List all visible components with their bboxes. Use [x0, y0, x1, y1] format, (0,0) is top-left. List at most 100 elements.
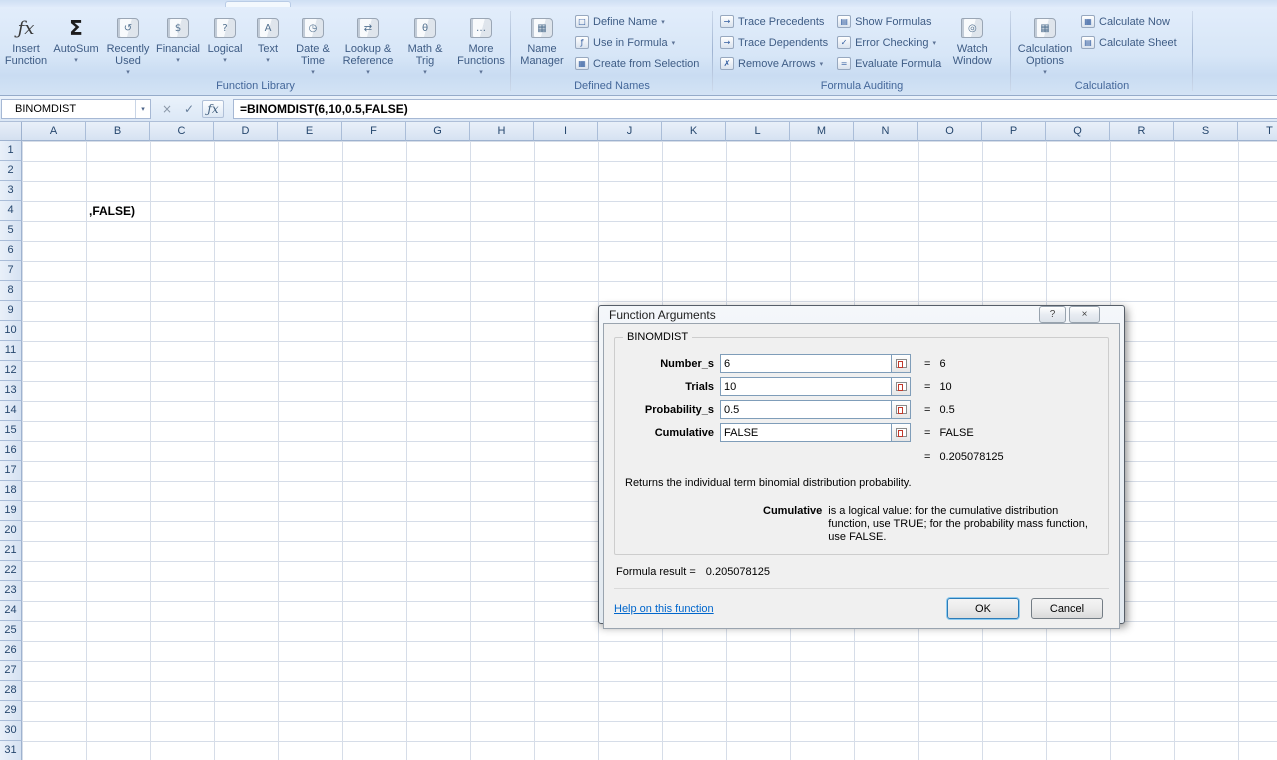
row-header-2[interactable]: 2 — [0, 161, 22, 181]
text-button[interactable]: A Text ▾ — [248, 9, 288, 79]
row-header-4[interactable]: 4 — [0, 201, 22, 221]
row-header-10[interactable]: 10 — [0, 321, 22, 341]
row-header-12[interactable]: 12 — [0, 361, 22, 381]
more-functions-button[interactable]: … More Functions ▾ — [452, 9, 510, 79]
collapse-dialog-button[interactable] — [892, 423, 911, 442]
calculate-now-button[interactable]: ▦ Calculate Now — [1077, 11, 1181, 32]
define-name-button[interactable]: □ Define Name ▾ — [571, 11, 703, 32]
row-header-19[interactable]: 19 — [0, 501, 22, 521]
column-header-L[interactable]: L — [726, 122, 790, 141]
column-header-E[interactable]: E — [278, 122, 342, 141]
error-checking-button[interactable]: ✓ Error Checking ▾ — [833, 32, 945, 53]
calculation-options-button[interactable]: ▦ Calculation Options ▾ — [1014, 9, 1076, 79]
trace-dependents-button[interactable]: → Trace Dependents — [716, 32, 832, 53]
row-header-20[interactable]: 20 — [0, 521, 22, 541]
row-header-5[interactable]: 5 — [0, 221, 22, 241]
row-header-11[interactable]: 11 — [0, 341, 22, 361]
row-header-18[interactable]: 18 — [0, 481, 22, 501]
formula-bar-buttons: × ✓ ƒx — [158, 100, 224, 118]
column-header-P[interactable]: P — [982, 122, 1046, 141]
column-header-O[interactable]: O — [918, 122, 982, 141]
column-header-A[interactable]: A — [22, 122, 86, 141]
row-header-1[interactable]: 1 — [0, 141, 22, 161]
insert-function-button[interactable]: ƒx Insert Function — [3, 9, 49, 79]
column-header-G[interactable]: G — [406, 122, 470, 141]
column-header-M[interactable]: M — [790, 122, 854, 141]
dialog-close-button[interactable]: × — [1069, 306, 1100, 323]
column-header-C[interactable]: C — [150, 122, 214, 141]
name-manager-button[interactable]: ▦ Name Manager — [514, 9, 570, 79]
row-header-7[interactable]: 7 — [0, 261, 22, 281]
enter-formula-button[interactable]: ✓ — [180, 100, 198, 118]
column-header-R[interactable]: R — [1110, 122, 1174, 141]
argument-input[interactable] — [720, 423, 892, 442]
row-header-30[interactable]: 30 — [0, 721, 22, 741]
insert-function-fx-button[interactable]: ƒx — [202, 100, 224, 118]
name-box[interactable]: BINOMDIST ▾ — [1, 99, 151, 119]
formula-text: =BINOMDIST(6,10,0.5,FALSE) — [240, 102, 408, 116]
financial-button[interactable]: $ Financial ▾ — [154, 9, 202, 79]
ok-button[interactable]: OK — [947, 598, 1019, 619]
select-all-corner[interactable] — [0, 122, 22, 141]
column-header-Q[interactable]: Q — [1046, 122, 1110, 141]
evaluate-formula-button[interactable]: = Evaluate Formula — [833, 53, 945, 74]
calculate-sheet-button[interactable]: ▤ Calculate Sheet — [1077, 32, 1181, 53]
date-time-button[interactable]: ◷ Date & Time ▾ — [289, 9, 337, 79]
cell-B4[interactable]: ,FALSE) — [89, 204, 135, 218]
row-header-14[interactable]: 14 — [0, 401, 22, 421]
recently-used-button[interactable]: ↺ Recently Used ▾ — [103, 9, 153, 79]
use-in-formula-button[interactable]: ƒ Use in Formula ▾ — [571, 32, 703, 53]
column-header-K[interactable]: K — [662, 122, 726, 141]
row-header-15[interactable]: 15 — [0, 421, 22, 441]
dialog-titlebar[interactable]: Function Arguments ? × — [603, 306, 1120, 323]
argument-input[interactable] — [720, 400, 892, 419]
row-header-8[interactable]: 8 — [0, 281, 22, 301]
dialog-help-button[interactable]: ? — [1039, 306, 1066, 323]
column-header-F[interactable]: F — [342, 122, 406, 141]
collapse-dialog-button[interactable] — [892, 354, 911, 373]
row-header-23[interactable]: 23 — [0, 581, 22, 601]
row-header-29[interactable]: 29 — [0, 701, 22, 721]
trace-precedents-button[interactable]: → Trace Precedents — [716, 11, 832, 32]
watch-window-button[interactable]: ◎ Watch Window — [946, 9, 998, 79]
column-header-I[interactable]: I — [534, 122, 598, 141]
row-header-17[interactable]: 17 — [0, 461, 22, 481]
row-header-27[interactable]: 27 — [0, 661, 22, 681]
row-header-31[interactable]: 31 — [0, 741, 22, 760]
create-from-selection-button[interactable]: ▦ Create from Selection — [571, 53, 703, 74]
logical-button[interactable]: ? Logical ▾ — [203, 9, 247, 79]
more-functions-icon: … — [470, 18, 492, 38]
cancel-formula-button[interactable]: × — [158, 100, 176, 118]
column-header-N[interactable]: N — [854, 122, 918, 141]
row-header-16[interactable]: 16 — [0, 441, 22, 461]
collapse-dialog-button[interactable] — [892, 377, 911, 396]
row-header-21[interactable]: 21 — [0, 541, 22, 561]
autosum-button[interactable]: Σ AutoSum ▾ — [50, 9, 102, 79]
row-header-24[interactable]: 24 — [0, 601, 22, 621]
column-header-B[interactable]: B — [86, 122, 150, 141]
column-header-D[interactable]: D — [214, 122, 278, 141]
argument-input[interactable] — [720, 377, 892, 396]
help-on-function-link[interactable]: Help on this function — [614, 603, 935, 615]
row-header-26[interactable]: 26 — [0, 641, 22, 661]
column-header-H[interactable]: H — [470, 122, 534, 141]
row-header-25[interactable]: 25 — [0, 621, 22, 641]
column-header-S[interactable]: S — [1174, 122, 1238, 141]
lookup-reference-button[interactable]: ⇄ Lookup & Reference ▾ — [338, 9, 398, 79]
remove-arrows-button[interactable]: ✗ Remove Arrows ▾ — [716, 53, 832, 74]
column-header-T[interactable]: T — [1238, 122, 1277, 141]
argument-input[interactable] — [720, 354, 892, 373]
collapse-dialog-button[interactable] — [892, 400, 911, 419]
row-header-22[interactable]: 22 — [0, 561, 22, 581]
column-header-J[interactable]: J — [598, 122, 662, 141]
row-header-13[interactable]: 13 — [0, 381, 22, 401]
formula-input[interactable]: =BINOMDIST(6,10,0.5,FALSE) — [233, 99, 1277, 119]
row-header-28[interactable]: 28 — [0, 681, 22, 701]
row-header-3[interactable]: 3 — [0, 181, 22, 201]
math-trig-button[interactable]: θ Math & Trig ▾ — [399, 9, 451, 79]
row-header-6[interactable]: 6 — [0, 241, 22, 261]
name-box-dropdown-icon[interactable]: ▾ — [135, 100, 150, 118]
cancel-button[interactable]: Cancel — [1031, 598, 1103, 619]
row-header-9[interactable]: 9 — [0, 301, 22, 321]
show-formulas-button[interactable]: ▤ Show Formulas — [833, 11, 945, 32]
